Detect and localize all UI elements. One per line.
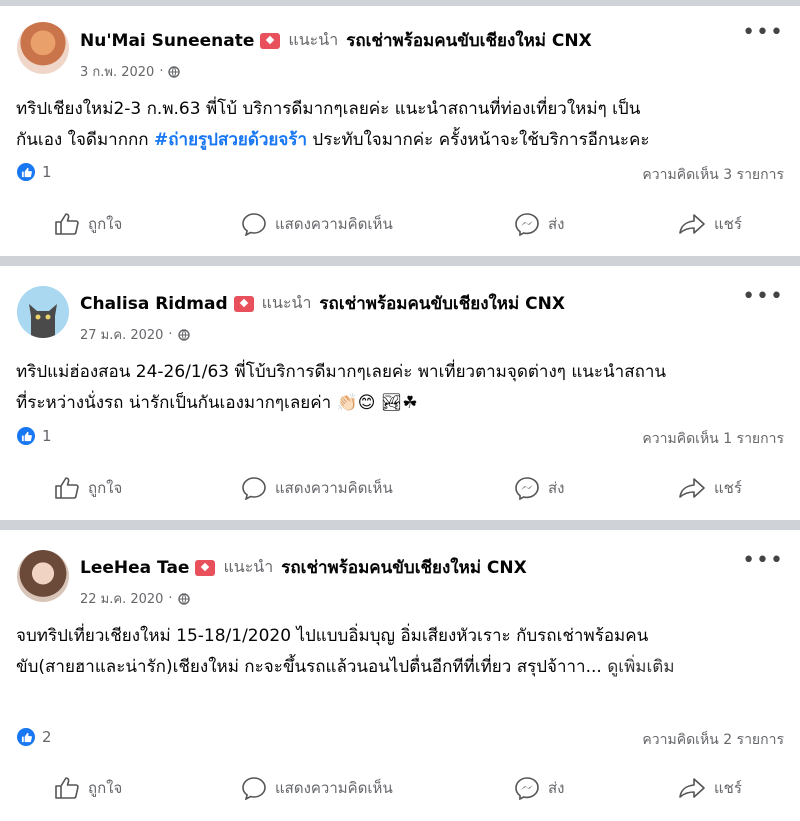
thumbs-up-icon xyxy=(55,213,79,235)
like-button[interactable]: ถูกใจ xyxy=(54,768,122,808)
messenger-icon xyxy=(515,213,539,236)
post-date[interactable]: 3 ก.พ. 2020 xyxy=(80,61,154,82)
recommends-label: แนะนำ xyxy=(223,557,274,576)
comment-button[interactable]: แสดงความคิดเห็น xyxy=(241,204,393,244)
recommend-icon xyxy=(260,32,281,49)
globe-icon xyxy=(168,65,181,78)
recommend-icon xyxy=(233,295,254,312)
messenger-icon xyxy=(515,477,539,500)
comment-bubble-icon xyxy=(242,213,266,236)
avatar[interactable] xyxy=(17,22,69,74)
share-arrow-icon xyxy=(679,214,705,234)
reaction-count[interactable]: 1 xyxy=(17,427,52,445)
review-post: Chalisa Ridmad แนะนำ รถเช่าพร้อมคนขับเชี… xyxy=(0,266,800,520)
more-options-icon[interactable]: ••• xyxy=(742,548,784,573)
share-button[interactable]: แชร์ xyxy=(678,204,742,244)
like-button[interactable]: ถูกใจ xyxy=(54,204,122,244)
author-name[interactable]: Nu'Mai Suneenate xyxy=(80,31,254,51)
comment-button[interactable]: แสดงความคิดเห็น xyxy=(241,468,393,508)
share-arrow-icon xyxy=(679,778,705,798)
see-more-link[interactable]: ดูเพิ่มเติม xyxy=(607,657,674,677)
like-button[interactable]: ถูกใจ xyxy=(54,468,122,508)
post-separator xyxy=(0,520,800,530)
share-arrow-icon xyxy=(679,478,705,498)
globe-icon xyxy=(177,328,190,341)
comment-count[interactable]: ความคิดเห็น 3 รายการ xyxy=(642,164,784,186)
comment-button[interactable]: แสดงความคิดเห็น xyxy=(241,768,393,808)
avatar[interactable] xyxy=(17,550,69,602)
like-reaction-icon xyxy=(17,728,35,746)
send-button[interactable]: ส่ง xyxy=(514,204,564,244)
comment-bubble-icon xyxy=(242,477,266,500)
post-text: ทริปแม่ฮ่องสอน 24-26/1/63 พี่โบ้บริการดี… xyxy=(16,362,667,413)
post-text: ทริปเชียงใหม่2-3 ก.พ.63 พี่โบ้ บริการดีม… xyxy=(16,99,650,150)
page-name[interactable]: รถเช่าพร้อมคนขับเชียงใหม่ CNX xyxy=(346,27,592,54)
review-post: Nu'Mai Suneenate แนะนำ รถเช่าพร้อมคนขับเ… xyxy=(0,6,800,256)
comment-count[interactable]: ความคิดเห็น 1 รายการ xyxy=(642,428,784,450)
page-name[interactable]: รถเช่าพร้อมคนขับเชียงใหม่ CNX xyxy=(319,290,565,317)
send-button[interactable]: ส่ง xyxy=(514,768,564,808)
like-reaction-icon xyxy=(17,427,35,445)
review-post: LeeHea Tae แนะนำ รถเช่าพร้อมคนขับเชียงให… xyxy=(0,530,800,821)
messenger-icon xyxy=(515,777,539,800)
recommend-icon xyxy=(195,559,216,576)
more-options-icon[interactable]: ••• xyxy=(742,20,784,45)
comment-bubble-icon xyxy=(242,777,266,800)
more-options-icon[interactable]: ••• xyxy=(742,284,784,309)
recommends-label: แนะนำ xyxy=(261,293,312,312)
share-button[interactable]: แชร์ xyxy=(678,468,742,508)
post-date[interactable]: 22 ม.ค. 2020 xyxy=(80,588,163,609)
post-separator xyxy=(0,256,800,266)
post-date[interactable]: 27 ม.ค. 2020 xyxy=(80,324,163,345)
author-name[interactable]: Chalisa Ridmad xyxy=(80,294,228,314)
cat-photo xyxy=(17,286,69,338)
author-name[interactable]: LeeHea Tae xyxy=(80,558,189,578)
recommends-label: แนะนำ xyxy=(288,30,339,49)
globe-icon xyxy=(177,592,190,605)
reaction-count[interactable]: 2 xyxy=(17,728,52,746)
reaction-count[interactable]: 1 xyxy=(17,163,52,181)
thumbs-up-icon xyxy=(55,777,79,799)
share-button[interactable]: แชร์ xyxy=(678,768,742,808)
like-reaction-icon xyxy=(17,163,35,181)
hashtag-link[interactable]: #ถ่ายรูปสวยด้วยจร้า xyxy=(154,130,307,150)
comment-count[interactable]: ความคิดเห็น 2 รายการ xyxy=(642,729,784,751)
avatar[interactable] xyxy=(17,286,69,338)
thumbs-up-icon xyxy=(55,477,79,499)
page-name[interactable]: รถเช่าพร้อมคนขับเชียงใหม่ CNX xyxy=(281,554,527,581)
post-text: จบทริปเที่ยวเชียงใหม่ 15-18/1/2020 ไปแบบ… xyxy=(16,626,675,677)
send-button[interactable]: ส่ง xyxy=(514,468,564,508)
